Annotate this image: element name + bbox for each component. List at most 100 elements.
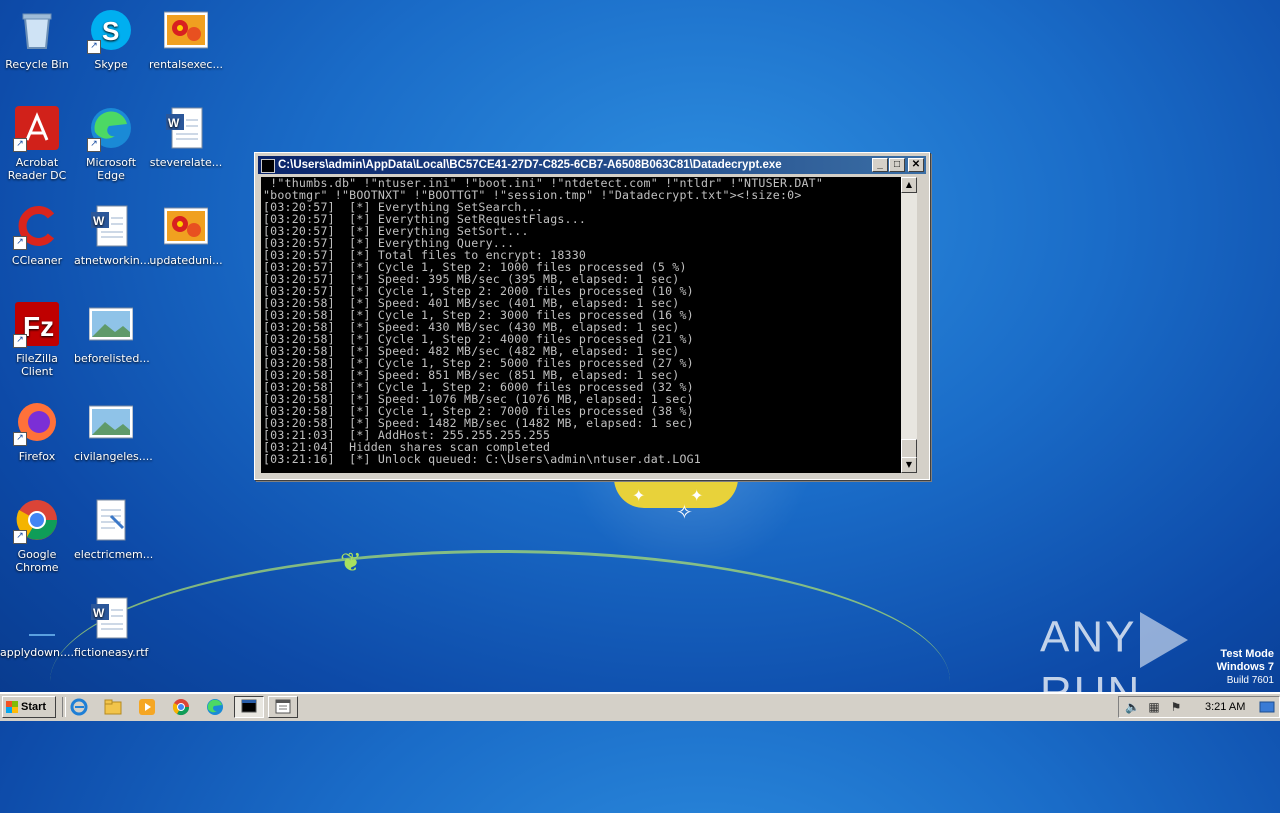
desktop-icon-beforelisted[interactable]: beforelisted... xyxy=(74,302,150,365)
image-file-icon xyxy=(88,400,134,444)
edge-taskbar-icon[interactable] xyxy=(206,698,224,716)
test-mode-notice: Test Mode Windows 7 Build 7601 xyxy=(1217,648,1274,687)
text-document-icon xyxy=(89,498,133,542)
console-app-icon xyxy=(261,159,275,173)
vertical-scrollbar[interactable]: ▲ ▼ xyxy=(901,177,917,473)
image-file-icon xyxy=(163,204,209,248)
watermark-brand-left: ANY xyxy=(1040,612,1137,662)
window-titlebar[interactable]: C:\Users\admin\AppData\Local\BC57CE41-27… xyxy=(258,156,926,174)
desktop-icon-label: CCleaner xyxy=(11,254,63,267)
desktop-icon-filezilla[interactable]: Fz ↗ FileZilla Client xyxy=(0,302,74,378)
taskbar-task-window[interactable] xyxy=(268,696,298,718)
word-document-icon: W xyxy=(89,596,133,640)
media-player-icon[interactable] xyxy=(138,698,156,716)
image-file-icon xyxy=(163,8,209,52)
console-window[interactable]: C:\Users\admin\AppData\Local\BC57CE41-27… xyxy=(254,152,930,480)
desktop-icon-fictioneasy[interactable]: W fictioneasy.rtf xyxy=(74,596,148,659)
svg-text:Fz: Fz xyxy=(23,311,54,342)
desktop-icon-atnetworkin[interactable]: W atnetworkin... xyxy=(74,204,151,267)
acrobat-icon: ↗ xyxy=(13,106,59,152)
console-task-icon xyxy=(241,699,257,713)
shortcut-arrow-icon: ↗ xyxy=(13,334,27,348)
start-label: Start xyxy=(21,701,47,713)
svg-text:W: W xyxy=(93,214,105,228)
desktop-icon-applydown[interactable]: applydown.... xyxy=(0,596,74,659)
desktop-icon-civilangeles[interactable]: civilangeles.... xyxy=(74,400,153,463)
show-desktop-icon[interactable] xyxy=(1259,700,1275,714)
filezilla-icon: Fz ↗ xyxy=(13,302,59,348)
scrollbar-thumb[interactable] xyxy=(901,439,917,459)
test-mode-label: Test Mode xyxy=(1220,648,1274,660)
desktop-icon-label: FileZilla Client xyxy=(16,352,58,378)
desktop-icon-label: Skype xyxy=(94,58,128,71)
scroll-down-button[interactable]: ▼ xyxy=(901,457,917,473)
desktop-icon-label: Google Chrome xyxy=(15,548,59,574)
desktop-icon-recycle-bin[interactable]: Recycle Bin xyxy=(0,8,74,71)
console-line: [03:21:16] [*] Unlock queued: C:\Users\a… xyxy=(263,452,701,466)
svg-text:S: S xyxy=(102,16,119,46)
svg-text:W: W xyxy=(168,116,180,130)
desktop-icon-chrome[interactable]: ↗ Google Chrome xyxy=(0,498,74,574)
chrome-icon: ↗ xyxy=(13,498,59,544)
taskbar-clock[interactable]: 3:21 AM xyxy=(1205,697,1245,717)
maximize-button[interactable]: □ xyxy=(889,158,905,172)
network-icon[interactable]: ▦ xyxy=(1147,700,1161,714)
desktop-icon-skype[interactable]: S ↗ Skype xyxy=(74,8,148,71)
desktop-icon-firefox[interactable]: ↗ Firefox xyxy=(0,400,74,463)
desktop-icon-label: Firefox xyxy=(18,450,56,463)
chrome-taskbar-icon[interactable] xyxy=(172,698,190,716)
edge-icon: ↗ xyxy=(87,106,133,152)
desktop-icon-label: rentalsexec... xyxy=(149,58,223,71)
internet-explorer-icon[interactable] xyxy=(70,698,88,716)
wallpaper-leaf: ❦ xyxy=(340,548,362,578)
firefox-icon: ↗ xyxy=(13,400,59,446)
play-icon xyxy=(1140,612,1189,668)
wallpaper-sparkle: ✦ xyxy=(632,486,646,505)
shortcut-arrow-icon: ↗ xyxy=(13,236,27,250)
desktop-icon-label: fictioneasy.rtf xyxy=(74,646,149,659)
desktop-icon-label: Recycle Bin xyxy=(5,58,69,71)
os-label: Windows 7 xyxy=(1216,661,1274,673)
desktop-icon-electricmem[interactable]: electricmem... xyxy=(74,498,154,561)
minimize-button[interactable]: _ xyxy=(872,158,888,172)
action-center-flag-icon[interactable]: ⚑ xyxy=(1169,700,1183,714)
volume-icon[interactable]: 🔈 xyxy=(1125,700,1140,714)
windows-logo-icon-lower xyxy=(6,707,18,713)
skype-icon: S ↗ xyxy=(87,8,133,54)
system-tray: 🔈 ▦ ⚑ 3:21 AM xyxy=(1118,696,1280,718)
desktop-icon-label: applydown.... xyxy=(0,646,74,659)
window-task-icon xyxy=(275,699,291,714)
start-button[interactable]: Start xyxy=(2,696,56,718)
taskbar-task-console[interactable] xyxy=(234,696,264,718)
ccleaner-icon: ↗ xyxy=(13,204,59,250)
shortcut-arrow-icon: ↗ xyxy=(87,40,101,54)
desktop-icon-rentalsexec[interactable]: rentalsexec... xyxy=(149,8,223,71)
wallpaper-sparkle: ✦ xyxy=(690,486,704,505)
desktop-icon-ccleaner[interactable]: ↗ CCleaner xyxy=(0,204,74,267)
taskbar: Start 🔈 ▦ ⚑ 3:21 AM xyxy=(0,692,1280,721)
desktop-icon-label: Microsoft Edge xyxy=(85,156,137,182)
svg-text:W: W xyxy=(93,606,105,620)
desktop-icon-updateduni[interactable]: updateduni... xyxy=(149,204,223,267)
shortcut-arrow-icon: ↗ xyxy=(13,138,27,152)
desktop-icon-edge[interactable]: ↗ Microsoft Edge xyxy=(74,106,148,182)
desktop-icon-label: atnetworkin... xyxy=(74,254,151,267)
shortcut-arrow-icon: ↗ xyxy=(13,432,27,446)
scroll-up-button[interactable]: ▲ xyxy=(901,177,917,193)
build-label: Build 7601 xyxy=(1226,675,1274,686)
desktop-icon-acrobat[interactable]: ↗ Acrobat Reader DC xyxy=(0,106,74,182)
console-output[interactable]: !"thumbs.db" !"ntuser.ini" !"boot.ini" !… xyxy=(261,177,901,473)
desktop-icon-label: updateduni... xyxy=(149,254,223,267)
word-document-icon: W xyxy=(164,106,208,150)
shortcut-arrow-icon: ↗ xyxy=(13,530,27,544)
taskbar-separator xyxy=(62,697,66,717)
image-file-icon xyxy=(88,302,134,346)
recycle-bin-icon xyxy=(15,8,59,52)
desktop-icon-label: electricmem... xyxy=(74,548,154,561)
desktop-icon-label: steverelate... xyxy=(149,156,223,169)
desktop-icon-steverelate[interactable]: W steverelate... xyxy=(149,106,223,169)
word-document-icon: W xyxy=(89,204,133,248)
close-button[interactable]: ✕ xyxy=(908,158,924,172)
file-explorer-icon[interactable] xyxy=(104,698,122,716)
window-title: C:\Users\admin\AppData\Local\BC57CE41-27… xyxy=(278,159,782,171)
